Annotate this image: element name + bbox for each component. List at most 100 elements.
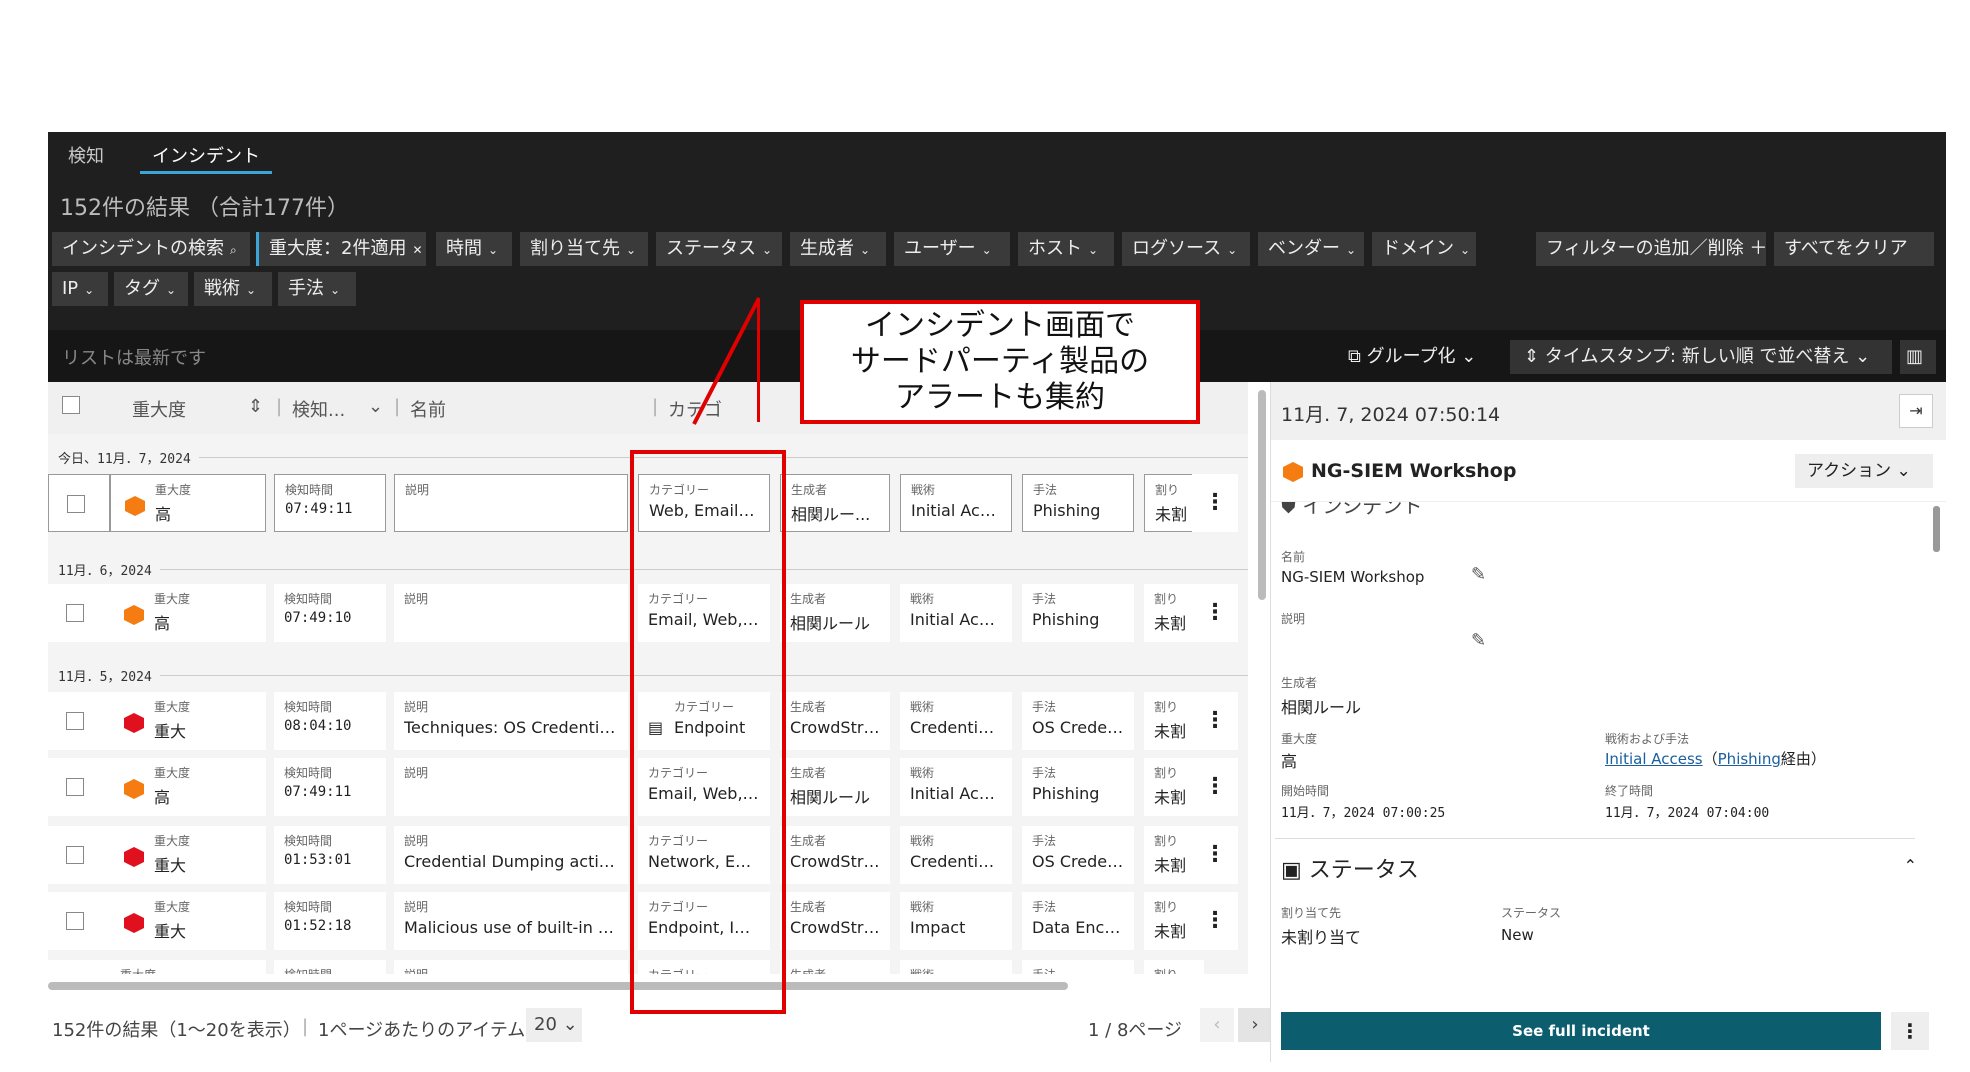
filter-chip-technique[interactable]: 手法 ⌄ bbox=[278, 272, 356, 306]
cell-time[interactable]: 検知時間 01:53:01 bbox=[274, 826, 386, 884]
group-by-button[interactable]: ⧉ グループ化 ⌄ bbox=[1348, 340, 1476, 374]
section-incident-header[interactable]: ⛊ インシデント bbox=[1281, 502, 1422, 519]
add-remove-filter-button[interactable]: フィルターの追加／削除 ＋ bbox=[1536, 232, 1767, 266]
cell-check[interactable] bbox=[48, 758, 110, 816]
chevron-down-icon[interactable]: ⌄ bbox=[368, 396, 383, 417]
cell-desc[interactable]: 説明 bbox=[394, 960, 628, 974]
cell-desc[interactable]: 説明 bbox=[394, 584, 628, 642]
cell-time[interactable]: 検知時間 08:04:10 bbox=[274, 692, 386, 750]
cell-desc[interactable]: 説明 Techniques: OS Credential ... bbox=[394, 692, 628, 750]
cell-desc[interactable]: 説明 Malicious use of built-in tool... bbox=[394, 892, 628, 950]
cell-desc[interactable]: 説明 bbox=[394, 758, 628, 816]
collapse-panel-icon[interactable]: ⇥ bbox=[1899, 394, 1933, 428]
column-header-name[interactable]: 名前 bbox=[410, 396, 446, 422]
row-checkbox[interactable] bbox=[67, 495, 85, 513]
cell-creator[interactable]: 生成者 CrowdStrike bbox=[780, 826, 890, 884]
cell-time[interactable]: 検知時間 01:52:18 bbox=[274, 892, 386, 950]
cell-tactic[interactable]: 戦術 Initial Acce... bbox=[900, 584, 1012, 642]
cell-tech[interactable]: 手法 bbox=[1022, 960, 1134, 974]
technique-link[interactable]: Phishing bbox=[1718, 750, 1781, 768]
cell-tech[interactable]: 手法 OS Creden... bbox=[1022, 692, 1134, 750]
row-menu-icon[interactable]: ⋮ bbox=[1192, 758, 1238, 816]
cell-desc[interactable]: 説明 Credential Dumping activity... bbox=[394, 826, 628, 884]
edit-name-icon[interactable]: ✎ bbox=[1471, 564, 1486, 585]
filter-chip-time[interactable]: 時間 ⌄ bbox=[436, 232, 512, 266]
cell-sev[interactable]: 重大度高 bbox=[110, 584, 266, 642]
row-menu-icon[interactable]: ⋮ bbox=[1192, 892, 1238, 950]
filter-chip-tag[interactable]: タグ ⌄ bbox=[114, 272, 188, 306]
filter-chip-creator[interactable]: 生成者 ⌄ bbox=[790, 232, 886, 266]
cell-sev[interactable]: 重大度 重大 bbox=[110, 892, 266, 950]
tab-detections[interactable]: 検知 bbox=[56, 138, 116, 174]
filter-chip-vendor[interactable]: ベンダー ⌄ bbox=[1258, 232, 1364, 266]
cell-creator[interactable]: 生成者 bbox=[780, 960, 890, 974]
cell-creator[interactable]: 生成者 相関ルール bbox=[780, 584, 890, 642]
see-full-incident-button[interactable]: See full incident bbox=[1281, 1012, 1881, 1050]
select-all-checkbox[interactable] bbox=[62, 396, 80, 414]
horizontal-scrollbar[interactable] bbox=[48, 982, 1068, 990]
cell-check[interactable] bbox=[48, 692, 110, 750]
row-menu-icon[interactable]: ⋮ bbox=[1192, 826, 1238, 884]
filter-chip-assignee[interactable]: 割り当て先 ⌄ bbox=[520, 232, 648, 266]
cell-check[interactable] bbox=[48, 892, 110, 950]
action-menu-button[interactable]: アクション ⌄ bbox=[1795, 454, 1933, 488]
row-checkbox[interactable] bbox=[66, 778, 84, 796]
cell-sev[interactable]: 重大度高 bbox=[110, 758, 266, 816]
cell-time[interactable]: 検知時間 bbox=[274, 960, 386, 974]
cell-creator[interactable]: 生成者 相関ルー... bbox=[780, 474, 890, 532]
row-checkbox[interactable] bbox=[66, 712, 84, 730]
vertical-scrollbar[interactable] bbox=[1258, 390, 1266, 600]
row-checkbox[interactable] bbox=[66, 846, 84, 864]
section-status-header[interactable]: ▣ ステータス bbox=[1281, 852, 1419, 884]
row-menu-icon[interactable]: ⋮ bbox=[1192, 584, 1238, 642]
cell-time[interactable]: 検知時間 07:49:11 bbox=[274, 474, 386, 532]
cell-sev[interactable]: 重大度 重大 bbox=[110, 692, 266, 750]
cell-check[interactable] bbox=[48, 584, 110, 642]
cell-tactic[interactable]: 戦術 Credential ... bbox=[900, 692, 1012, 750]
row-checkbox[interactable] bbox=[66, 912, 84, 930]
cell-tactic[interactable]: 戦術 bbox=[900, 960, 1012, 974]
assignee-value[interactable]: 未割り当て bbox=[1281, 924, 1361, 948]
incident-search-input[interactable]: インシデントの検索 ⌕ bbox=[52, 232, 250, 266]
sort-icon[interactable]: ⇕ bbox=[248, 396, 263, 417]
panel-scrollbar[interactable] bbox=[1933, 506, 1940, 552]
cell-tech[interactable]: 手法 Phishing bbox=[1022, 474, 1134, 532]
cell-tactic[interactable]: 戦術 Impact bbox=[900, 892, 1012, 950]
chevron-up-icon[interactable]: ⌃ bbox=[1904, 856, 1917, 875]
column-header-detected[interactable]: 検知... bbox=[292, 396, 345, 422]
cell-tactic[interactable]: 戦術 Credential ... bbox=[900, 826, 1012, 884]
cell-tech[interactable]: 手法 OS Creden... bbox=[1022, 826, 1134, 884]
filter-chip-host[interactable]: ホスト ⌄ bbox=[1018, 232, 1114, 266]
cell-time[interactable]: 検知時間 07:49:10 bbox=[274, 584, 386, 642]
prev-page-button[interactable]: ‹ bbox=[1200, 1008, 1234, 1042]
cell-creator[interactable]: 生成者 CrowdStrike bbox=[780, 892, 890, 950]
cell-tactic[interactable]: 戦術 Initial Acce... bbox=[900, 758, 1012, 816]
cell-tech[interactable]: 手法 Phishing bbox=[1022, 584, 1134, 642]
cell-tech[interactable]: 手法 Phishing bbox=[1022, 758, 1134, 816]
cell-assign[interactable]: 割り bbox=[1144, 960, 1204, 974]
tab-incidents[interactable]: インシデント bbox=[140, 138, 272, 174]
edit-description-icon[interactable]: ✎ bbox=[1471, 630, 1486, 651]
cell-check[interactable] bbox=[48, 826, 110, 884]
cell-check[interactable] bbox=[48, 960, 110, 974]
status-value[interactable]: New bbox=[1501, 926, 1534, 944]
column-header-severity[interactable]: 重大度 bbox=[132, 396, 186, 422]
filter-chip-user[interactable]: ユーザー ⌄ bbox=[894, 232, 1010, 266]
more-options-icon[interactable]: ⋮ bbox=[1891, 1012, 1929, 1050]
row-menu-icon[interactable]: ⋮ bbox=[1192, 474, 1238, 532]
chevron-up-icon[interactable]: ⌃ bbox=[1904, 502, 1917, 513]
cell-sev[interactable]: 重大度 重大 bbox=[110, 826, 266, 884]
next-page-button[interactable]: › bbox=[1238, 1008, 1272, 1042]
filter-chip-ip[interactable]: IP ⌄ bbox=[52, 272, 108, 306]
clear-all-button[interactable]: すべてをクリア bbox=[1774, 232, 1934, 266]
filter-chip-tactic[interactable]: 戦術 ⌄ bbox=[194, 272, 272, 306]
severity-filter-chip[interactable]: 重大度：2件適用 ✕ bbox=[256, 232, 426, 266]
tactic-link[interactable]: Initial Access bbox=[1605, 750, 1703, 768]
cell-creator[interactable]: 生成者 相関ルール bbox=[780, 758, 890, 816]
row-menu-icon[interactable]: ⋮ bbox=[1192, 692, 1238, 750]
filter-chip-log-source[interactable]: ログソース ⌄ bbox=[1122, 232, 1250, 266]
cell-tech[interactable]: 手法 Data Encry... bbox=[1022, 892, 1134, 950]
cell-sev[interactable]: 重大度高 bbox=[110, 474, 266, 532]
filter-chip-status[interactable]: ステータス ⌄ bbox=[656, 232, 782, 266]
column-settings-icon[interactable]: ▥ bbox=[1900, 340, 1936, 374]
